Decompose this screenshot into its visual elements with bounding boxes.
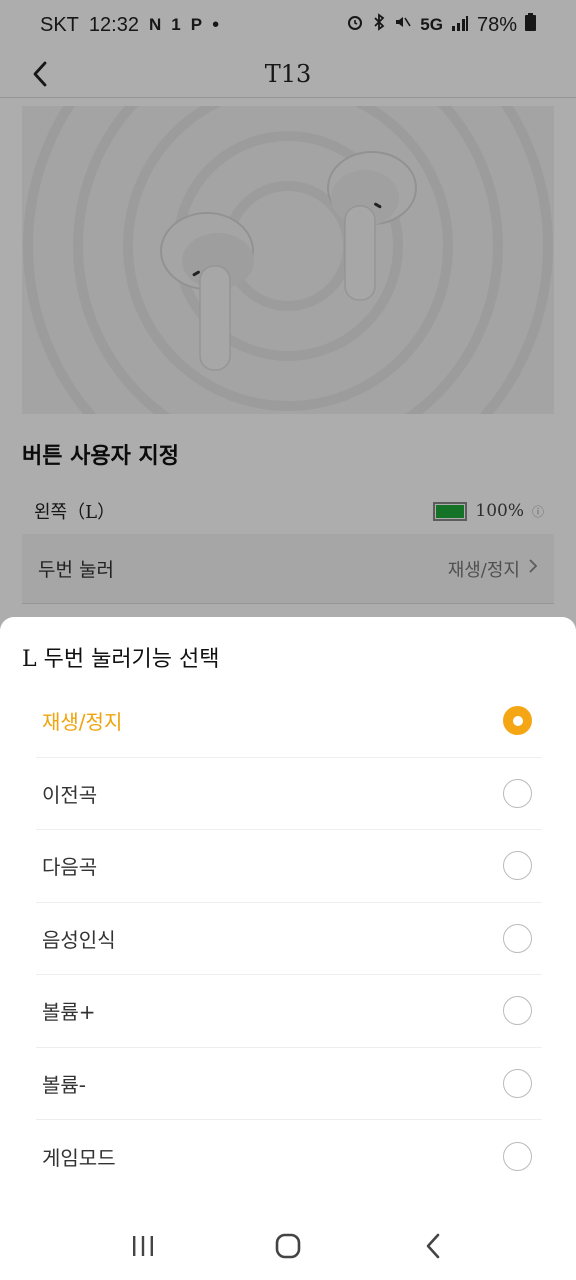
radio-unselected[interactable] <box>503 778 532 808</box>
radio-unselected[interactable] <box>503 1068 532 1098</box>
option-item[interactable]: 게임모드 <box>36 1120 542 1193</box>
radio-unselected[interactable] <box>503 923 532 953</box>
option-item[interactable]: 볼륨- <box>36 1048 542 1120</box>
option-label: 볼륨- <box>42 1072 87 1097</box>
option-list: 재생/정지이전곡다음곡음성인식볼륨+ 볼륨- 게임모드 <box>36 685 542 1193</box>
option-item[interactable]: 이전곡 <box>36 758 542 830</box>
option-item[interactable]: 볼륨+ <box>36 975 542 1048</box>
recents-icon[interactable] <box>113 1221 173 1271</box>
option-label: 볼륨+ <box>42 1000 96 1025</box>
radio-selected[interactable] <box>503 706 532 736</box>
radio-unselected[interactable] <box>503 996 532 1026</box>
option-label: 게임모드 <box>42 1145 116 1170</box>
navigation-bar <box>0 1212 576 1280</box>
function-select-sheet: L 두번 눌러기능 선택 재생/정지이전곡다음곡음성인식볼륨+ 볼륨- 게임모드 <box>0 617 576 1280</box>
sheet-title: L 두번 눌러기능 선택 <box>22 647 220 672</box>
option-label: 음성인식 <box>42 927 116 952</box>
option-item[interactable]: 재생/정지 <box>36 685 542 758</box>
option-item[interactable]: 다음곡 <box>36 830 542 903</box>
option-label: 이전곡 <box>42 782 98 807</box>
option-item[interactable]: 음성인식 <box>36 903 542 975</box>
option-label: 재생/정지 <box>42 710 123 735</box>
radio-unselected[interactable] <box>503 851 532 881</box>
home-icon[interactable] <box>258 1221 318 1271</box>
option-label: 다음곡 <box>42 855 98 880</box>
radio-unselected[interactable] <box>503 1141 532 1171</box>
radio-dot <box>512 715 523 726</box>
back-icon[interactable] <box>403 1221 463 1271</box>
